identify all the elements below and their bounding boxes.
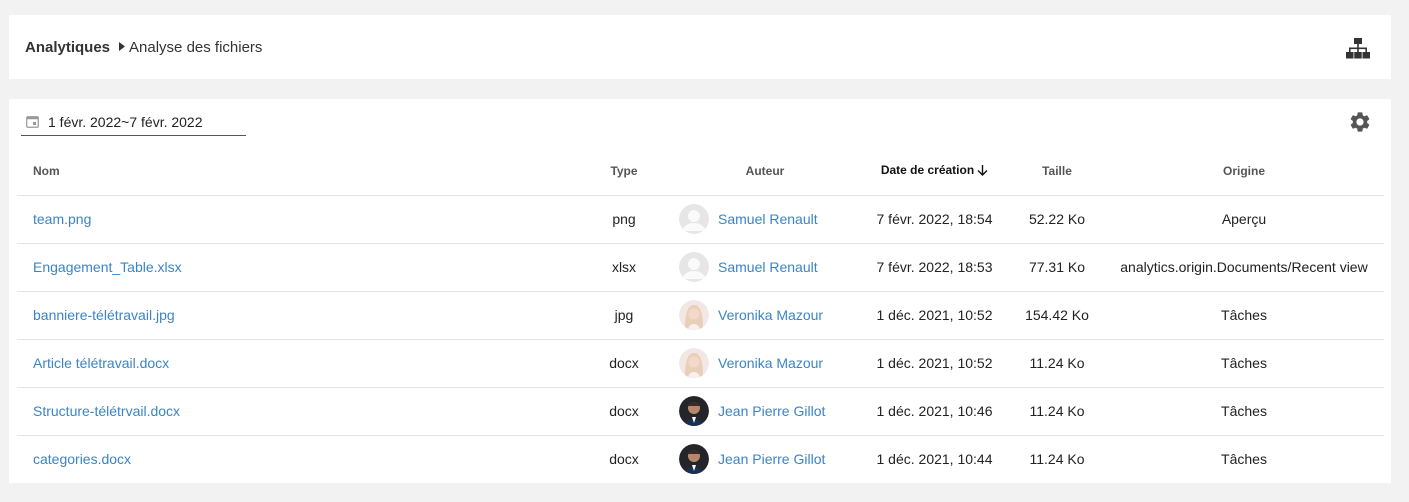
cell-type: png [577,195,671,244]
column-header-size[interactable]: Taille [1010,147,1104,196]
cell-origin: analytics.origin.Documents/Recent view [1104,243,1384,292]
gear-icon[interactable] [1348,110,1372,134]
table-header-row: Nom Type Auteur Date de création Taille … [17,147,1384,196]
cell-type: jpg [577,291,671,340]
avatar [679,204,709,234]
cell-name: team.png [17,195,577,244]
author-container: Samuel Renault [671,204,859,234]
avatar [679,396,709,426]
column-header-created-label: Date de création [880,162,975,177]
cell-created: 7 févr. 2022, 18:54 [859,195,1010,244]
table-row[interactable]: Article télétravail.docx docx Veronika Maz… [17,339,1384,388]
cell-type: xlsx [577,243,671,292]
author-container: Veronika Mazour [671,300,859,330]
table-row[interactable]: categories.docx docx Jean Pierre Gillot 1 d… [17,435,1384,483]
table-body: team.png png Samuel Renault 7 févr. 2022, 1… [17,195,1384,483]
file-name-link[interactable]: Article télétravail.docx [33,355,169,371]
author-link[interactable]: Jean Pierre Gillot [718,403,825,419]
table-row[interactable]: Structure-télétrvail.docx docx Jean Pierre… [17,387,1384,436]
cell-author: Veronika Mazour [671,339,859,388]
cell-created: 1 déc. 2021, 10:44 [876,451,993,468]
column-header-author[interactable]: Auteur [671,147,859,196]
author-link[interactable]: Veronika Mazour [718,307,823,323]
file-analytics-card: 1 févr. 2022~7 févr. 2022 Nom Type Auteu… [9,99,1391,483]
cell-type: docx [609,451,639,468]
column-header-name[interactable]: Nom [17,147,577,196]
breadcrumb-root[interactable]: Analytiques [25,39,110,56]
cell-created: 7 févr. 2022, 18:53 [859,243,1010,292]
table-row[interactable]: Engagement_Table.xlsx xlsx Samuel Renault 7… [17,243,1384,292]
cell-created: 1 déc. 2021, 10:46 [859,387,1010,436]
file-name-link[interactable]: team.png [33,211,91,227]
avatar [679,444,709,475]
calendar-icon [26,115,40,129]
cell-author: Samuel Renault [671,195,859,244]
avatar [679,300,709,330]
cell-created: 1 déc. 2021, 10:52 [859,339,1010,388]
cell-created: 1 déc. 2021, 10:52 [859,291,1010,340]
author-link[interactable]: Samuel Renault [718,259,818,275]
cell-name: categories.docx [17,435,577,483]
cell-origin: Aperçu [1104,195,1384,244]
cell-type: docx [577,387,671,436]
date-range-picker[interactable]: 1 févr. 2022~7 févr. 2022 [21,109,246,136]
cell-size: 154.42 Ko [1010,291,1104,340]
cell-origin: Tâches [1104,339,1384,388]
cell-name: Engagement_Table.xlsx [17,243,577,292]
author-link[interactable]: Samuel Renault [718,211,818,227]
cell-name: Structure-télétrvail.docx [17,387,577,436]
sitemap-icon[interactable] [1346,38,1370,60]
cell-author: Jean Pierre Gillot [671,387,859,436]
column-header-type[interactable]: Type [577,147,671,196]
page-title: Analyse des fichiers [129,38,263,56]
file-name-link[interactable]: Structure-télétrvail.docx [33,403,180,419]
author-container: Jean Pierre Gillot [671,444,859,475]
cell-type: docx [577,339,671,388]
sort-arrow-down-icon [977,164,988,179]
cell-size: 52.22 Ko [1010,195,1104,244]
file-name-link[interactable]: categories.docx [33,451,131,467]
file-name-link[interactable]: banniere-télétravail.jpg [33,307,175,323]
cell-origin: Tâches [1104,387,1384,436]
author-container: Samuel Renault [671,252,859,282]
cell-size: 77.31 Ko [1010,243,1104,292]
avatar [679,348,709,378]
cell-origin: Tâches [1221,451,1267,468]
column-header-origin[interactable]: Origine [1104,147,1384,196]
cell-size: 11.24 Ko [1010,387,1104,436]
date-range-value: 1 févr. 2022~7 févr. 2022 [48,114,203,130]
cell-name: banniere-télétravail.jpg [17,291,577,340]
cell-origin: Tâches [1104,291,1384,340]
files-table: Nom Type Auteur Date de création Taille … [17,147,1384,483]
avatar [679,252,709,282]
cell-author: Jean Pierre Gillot [671,435,859,483]
cell-name: Article télétravail.docx [17,339,577,388]
cell-author: Veronika Mazour [671,291,859,340]
author-container: Veronika Mazour [671,348,859,378]
breadcrumb: Analytiques Analyse des fichiers [25,39,262,56]
cell-size: 11.24 Ko [1029,451,1085,468]
cell-size: 11.24 Ko [1010,339,1104,388]
author-container: Jean Pierre Gillot [671,396,859,426]
cell-author: Samuel Renault [671,243,859,292]
author-link[interactable]: Jean Pierre Gillot [718,451,825,467]
breadcrumb-header: Analytiques Analyse des fichiers [9,15,1391,79]
file-name-link[interactable]: Engagement_Table.xlsx [33,259,182,275]
table-row[interactable]: banniere-télétravail.jpg jpg Veronika Mazo… [17,291,1384,340]
caret-right-icon [119,41,126,53]
column-header-created[interactable]: Date de création [859,147,1010,196]
table-row[interactable]: team.png png Samuel Renault 7 févr. 2022, 1… [17,195,1384,244]
author-link[interactable]: Veronika Mazour [718,355,823,371]
